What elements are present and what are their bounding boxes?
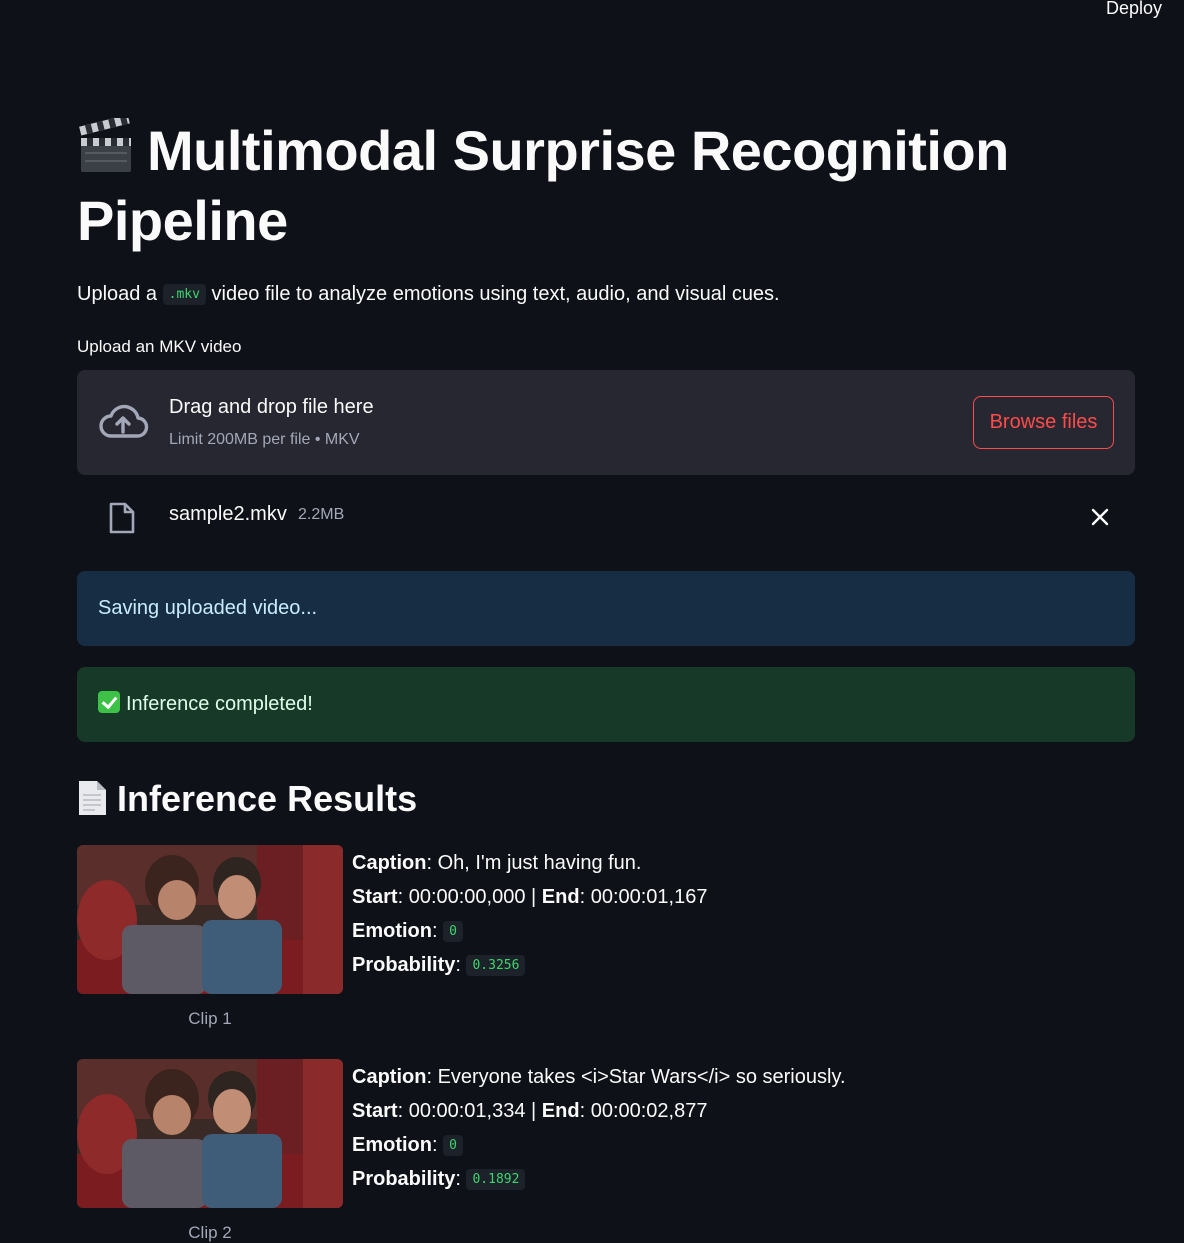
top-bar: Deploy: [0, 0, 1184, 30]
results-heading-text: Inference Results: [117, 778, 418, 819]
cloud-upload-icon: [97, 402, 149, 442]
deploy-button[interactable]: Deploy: [1106, 0, 1162, 19]
caption-line: Caption: Oh, I'm just having fun.: [352, 852, 642, 874]
clip-label: Clip 2: [188, 1223, 232, 1242]
start-value: 00:00:00,000: [408, 886, 526, 908]
timing-line: Start: 00:00:01,334 | End: 00:00:02,877: [352, 1100, 708, 1122]
probability-line: Probability: 0.3256: [352, 950, 707, 984]
uploader-label: Upload an MKV video: [77, 337, 242, 356]
results-heading: Inference Results: [77, 778, 417, 820]
probability-line: Probability: 0.1892: [352, 1164, 846, 1198]
file-extension-code: .mkv: [162, 284, 206, 305]
emotion-line: Emotion: 0: [352, 1130, 846, 1164]
timing-line: Start: 00:00:00,000 | End: 00:00:01,167: [352, 886, 708, 908]
info-alert-text: Saving uploaded video...: [98, 597, 318, 619]
clip-details: Caption: Oh, I'm just having fun. Start:…: [352, 848, 707, 984]
clip-label: Clip 1: [188, 1009, 232, 1028]
file-dropzone[interactable]: Drag and drop file here Limit 200MB per …: [77, 370, 1135, 475]
page-title: Multimodal Surprise Recognition Pipeline: [77, 114, 1077, 256]
browse-files-button[interactable]: Browse files: [973, 396, 1114, 449]
end-value: 00:00:02,877: [590, 1100, 708, 1122]
emotion-line: Emotion: 0: [352, 916, 707, 950]
file-name: sample2.mkv: [169, 503, 287, 525]
emotion-value: 0: [443, 1135, 463, 1156]
emotion-value: 0: [443, 921, 463, 942]
dropzone-instructions: Drag and drop file here: [169, 396, 374, 418]
probability-value: 0.1892: [466, 1169, 526, 1190]
clip-details: Caption: Everyone takes <i>Star Wars</i>…: [352, 1062, 846, 1198]
check-mark-icon: [98, 691, 120, 713]
uploaded-file-row: sample2.mkv 2.2MB: [77, 495, 1135, 539]
document-icon: [77, 780, 107, 816]
clip-thumbnail[interactable]: [77, 845, 343, 994]
file-icon: [108, 501, 136, 535]
dropzone-limit: Limit 200MB per file • MKV: [169, 431, 360, 448]
success-alert: Inference completed!: [77, 667, 1135, 742]
caption-value: Everyone takes <i>Star Wars</i> so serio…: [437, 1066, 846, 1088]
clapper-board-icon: [77, 114, 135, 174]
remove-file-close-icon[interactable]: [1090, 507, 1110, 527]
end-value: 00:00:01,167: [590, 886, 708, 908]
intro-text: Upload a .mkv video file to analyze emot…: [77, 283, 780, 305]
caption-line: Caption: Everyone takes <i>Star Wars</i>…: [352, 1066, 846, 1088]
start-value: 00:00:01,334: [408, 1100, 526, 1122]
page-title-text: Multimodal Surprise Recognition Pipeline: [77, 119, 1009, 252]
probability-value: 0.3256: [466, 955, 526, 976]
file-size: 2.2MB: [298, 506, 345, 523]
caption-value: Oh, I'm just having fun.: [437, 852, 642, 874]
success-alert-text: Inference completed!: [126, 693, 313, 715]
clip-thumbnail[interactable]: [77, 1059, 343, 1208]
info-alert: Saving uploaded video...: [77, 571, 1135, 646]
